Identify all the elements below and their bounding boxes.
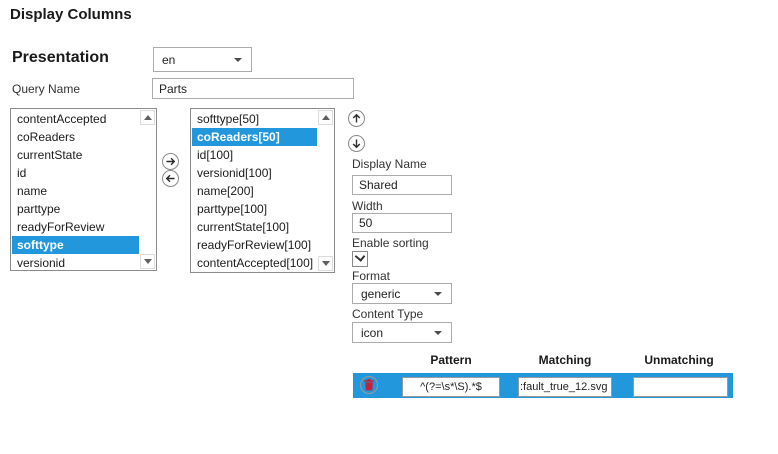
move-right-button[interactable] bbox=[162, 153, 179, 170]
available-item[interactable]: parttype bbox=[12, 200, 139, 218]
available-item[interactable]: contentAccepted bbox=[12, 110, 139, 128]
content-type-combobox[interactable]: icon bbox=[352, 322, 452, 343]
selected-item[interactable]: contentAccepted[100] bbox=[192, 254, 317, 272]
move-down-button[interactable] bbox=[348, 135, 365, 152]
display-name-input[interactable] bbox=[352, 175, 452, 195]
available-item[interactable]: versionid bbox=[12, 254, 139, 272]
format-combobox[interactable]: generic bbox=[352, 283, 452, 304]
width-label: Width bbox=[352, 199, 383, 213]
pattern-input[interactable] bbox=[402, 377, 500, 397]
query-name-label: Query Name bbox=[12, 82, 81, 96]
presentation-combobox[interactable]: en bbox=[153, 47, 252, 72]
selected-item[interactable]: name[200] bbox=[192, 182, 317, 200]
query-name-input[interactable] bbox=[152, 78, 354, 99]
display-columns-page: Display Columns Presentation en Query Na… bbox=[0, 0, 778, 454]
selected-item-selected[interactable]: coReaders[50] bbox=[192, 128, 317, 146]
selected-item[interactable]: softtype[50] bbox=[192, 110, 317, 128]
scroll-down-icon bbox=[143, 259, 152, 264]
page-title: Display Columns bbox=[10, 6, 132, 23]
width-input[interactable] bbox=[352, 213, 452, 233]
dropdown-arrow-icon bbox=[434, 291, 442, 296]
available-columns-listbox[interactable]: contentAccepted coReaders currentState i… bbox=[10, 108, 157, 271]
selected-item[interactable]: currentState[100] bbox=[192, 218, 317, 236]
format-combobox-value: generic bbox=[361, 286, 401, 301]
unmatching-input[interactable] bbox=[633, 377, 728, 397]
scroll-up-button[interactable] bbox=[140, 110, 155, 125]
display-name-label: Display Name bbox=[352, 157, 427, 171]
dropdown-arrow-icon bbox=[434, 330, 442, 335]
dropdown-arrow-icon bbox=[234, 57, 242, 62]
scroll-up-icon bbox=[321, 115, 330, 120]
unmatching-column-header: Unmatching bbox=[644, 353, 714, 367]
matching-column-header: Matching bbox=[538, 353, 592, 367]
pattern-column-header: Pattern bbox=[430, 353, 472, 367]
move-up-button[interactable] bbox=[348, 110, 365, 127]
available-columns-items: contentAccepted coReaders currentState i… bbox=[12, 110, 139, 272]
delete-row-button[interactable] bbox=[360, 376, 378, 394]
checkmark-icon bbox=[354, 251, 366, 262]
scroll-down-icon bbox=[321, 261, 330, 266]
available-item-selected[interactable]: softtype bbox=[12, 236, 139, 254]
move-left-button[interactable] bbox=[162, 170, 179, 187]
pattern-table-row bbox=[353, 373, 733, 398]
available-item[interactable]: id bbox=[12, 164, 139, 182]
content-type-combobox-value: icon bbox=[361, 325, 384, 340]
selected-item[interactable]: parttype[100] bbox=[192, 200, 317, 218]
enable-sorting-checkbox[interactable] bbox=[352, 251, 368, 267]
selected-columns-listbox[interactable]: softtype[50] coReaders[50] id[100] versi… bbox=[190, 108, 335, 273]
move-left-icon bbox=[165, 174, 175, 183]
format-label: Format bbox=[352, 269, 391, 283]
scroll-down-button[interactable] bbox=[140, 254, 155, 269]
scroll-down-button[interactable] bbox=[318, 256, 333, 271]
available-scrollbar[interactable] bbox=[139, 109, 156, 270]
available-item[interactable]: readyForReview bbox=[12, 218, 139, 236]
selected-scrollbar[interactable] bbox=[317, 109, 334, 272]
matching-input[interactable] bbox=[518, 377, 612, 397]
selected-item[interactable]: versionid[100] bbox=[192, 164, 317, 182]
available-item[interactable]: coReaders bbox=[12, 128, 139, 146]
move-up-icon bbox=[352, 113, 361, 123]
move-right-icon bbox=[166, 157, 176, 166]
presentation-combobox-value: en bbox=[162, 52, 176, 67]
enable-sorting-label: Enable sorting bbox=[352, 236, 429, 250]
selected-item[interactable]: readyForReview[100] bbox=[192, 236, 317, 254]
move-down-icon bbox=[352, 139, 361, 149]
available-item[interactable]: name bbox=[12, 182, 139, 200]
selected-columns-items: softtype[50] coReaders[50] id[100] versi… bbox=[192, 110, 317, 272]
available-item[interactable]: currentState bbox=[12, 146, 139, 164]
content-type-label: Content Type bbox=[352, 307, 424, 321]
scroll-up-button[interactable] bbox=[318, 110, 333, 125]
selected-item[interactable]: id[100] bbox=[192, 146, 317, 164]
presentation-label: Presentation bbox=[12, 49, 109, 66]
delete-row-icon bbox=[364, 379, 374, 391]
scroll-up-icon bbox=[143, 115, 152, 120]
